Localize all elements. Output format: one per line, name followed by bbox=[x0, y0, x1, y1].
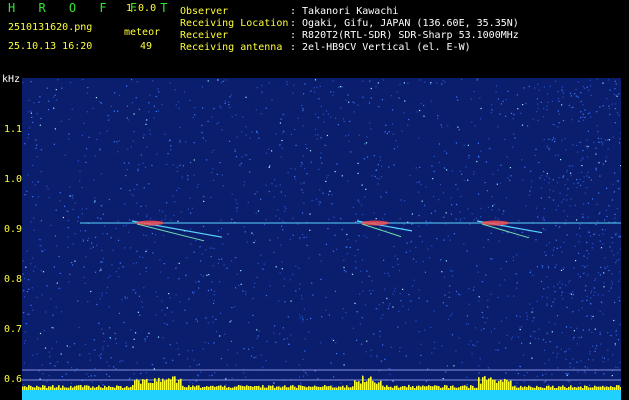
bottom-band bbox=[22, 390, 621, 400]
freq-label-0.8: 0.8 bbox=[4, 274, 23, 285]
info-antenna-key: Receiving antenna bbox=[180, 42, 283, 53]
info-location-key: Receiving Location bbox=[180, 18, 289, 29]
meteor-label: meteor bbox=[124, 27, 161, 38]
freq-label-0.7: 0.7 bbox=[4, 324, 23, 335]
info-observer-key: Observer bbox=[180, 6, 229, 17]
freq-unit-label: kHz bbox=[2, 74, 21, 85]
info-receiver-value: : R820T2(RTL-SDR) SDR-Sharp 53.1000MHz bbox=[290, 30, 519, 41]
freq-label-1.0: 1.0 bbox=[4, 174, 23, 185]
freq-label-0.6: 0.6 bbox=[4, 374, 23, 385]
filename: 2510131620.png bbox=[8, 22, 93, 33]
app-version: 1.0.0 bbox=[126, 3, 157, 14]
datetime: 25.10.13 16:20 bbox=[8, 41, 93, 52]
meteor-count: 49 bbox=[140, 41, 153, 52]
info-location-value: : Ogaki, Gifu, JAPAN (136.60E, 35.35N) bbox=[290, 18, 519, 29]
spectrogram-canvas bbox=[22, 78, 621, 400]
spectrogram-plot bbox=[22, 78, 621, 400]
info-antenna-value: : 2el-HB9CV Vertical (el. E-W) bbox=[290, 42, 471, 53]
freq-label-0.9: 0.9 bbox=[4, 224, 23, 235]
header-panel: H R O F F T 1.0.0 2510131620.png meteor … bbox=[0, 0, 629, 74]
spectrogram-background bbox=[22, 78, 621, 400]
info-receiver-key: Receiver bbox=[180, 30, 229, 41]
freq-label-1.1: 1.1 bbox=[4, 124, 23, 135]
info-observer-value: : Takanori Kawachi bbox=[290, 6, 399, 17]
